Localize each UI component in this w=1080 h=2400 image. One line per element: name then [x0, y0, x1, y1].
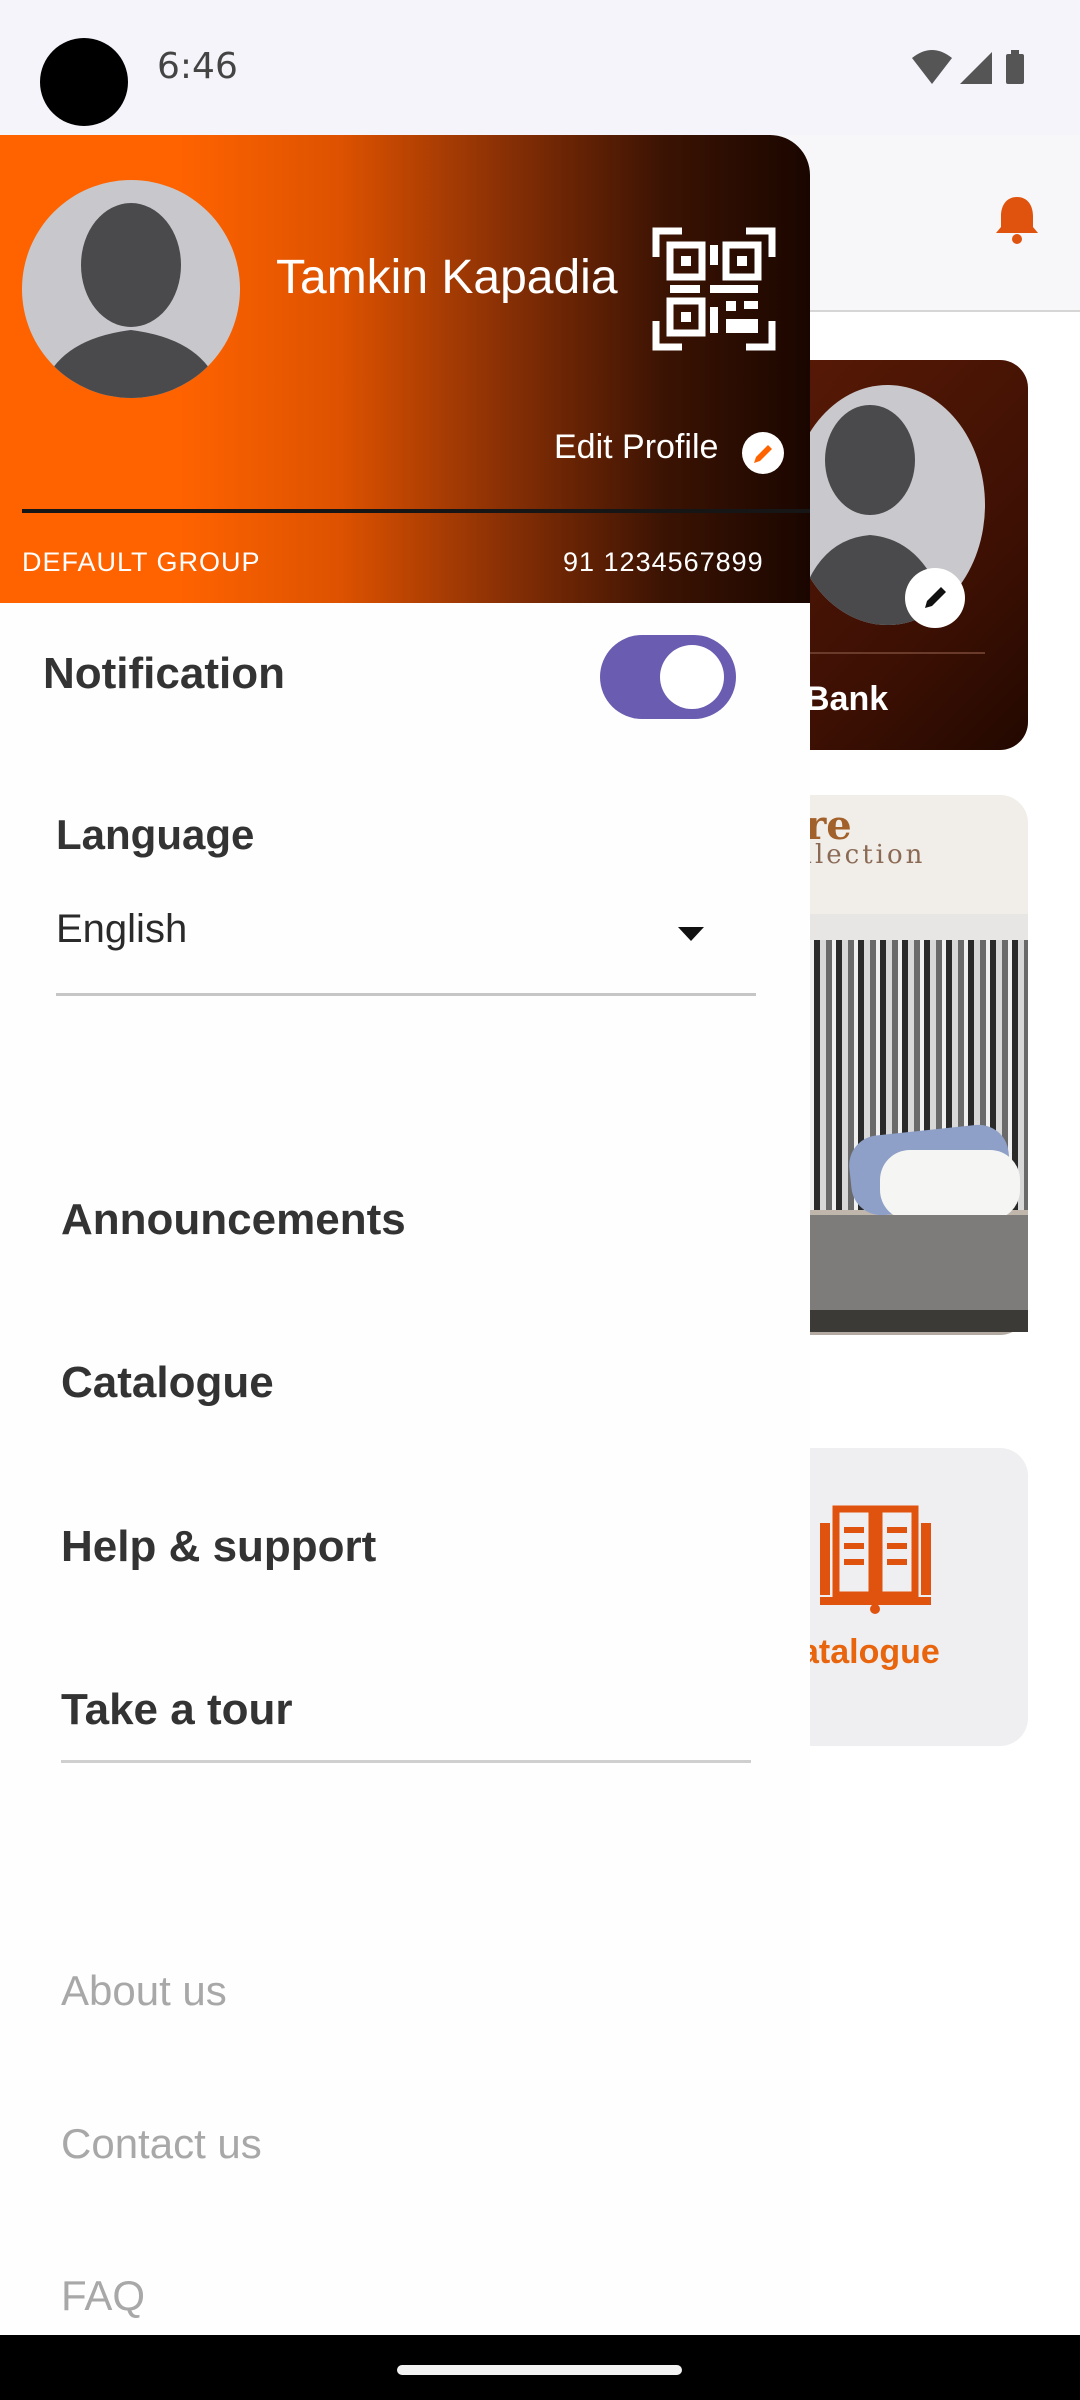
user-name: Tamkin Kapadia: [276, 251, 618, 304]
menu-item-catalogue[interactable]: Catalogue: [61, 1358, 274, 1408]
catalogue-book-icon: [818, 1505, 933, 1620]
menu-item-help-support[interactable]: Help & support: [61, 1522, 376, 1572]
notification-bell-icon[interactable]: [993, 193, 1041, 250]
status-time: 6:46: [157, 46, 238, 87]
chevron-down-icon: [676, 925, 706, 948]
menu-item-take-a-tour[interactable]: Take a tour: [61, 1685, 292, 1735]
footer-link-about-us[interactable]: About us: [61, 1967, 227, 2015]
language-underline: [56, 993, 756, 996]
group-label: DEFAULT GROUP: [22, 547, 261, 577]
camera-cutout: [40, 38, 128, 126]
header-divider: [22, 509, 810, 513]
edit-profile-link[interactable]: Edit Profile: [554, 428, 718, 467]
signal-icon: [960, 52, 992, 84]
status-icons: [910, 48, 1030, 93]
wifi-icon: [912, 50, 952, 84]
edit-pencil-icon[interactable]: [742, 432, 784, 474]
navigation-drawer: Tamkin Kapadia Edit Profile DEFAULT GROU…: [0, 135, 810, 2335]
background-card-divider: [790, 652, 985, 654]
phone-number: 91 1234567899: [563, 547, 764, 577]
background-card-label: Bank: [805, 680, 889, 718]
background-edit-icon[interactable]: [905, 568, 965, 628]
footer-link-faq[interactable]: FAQ: [61, 2272, 145, 2320]
menu-divider: [61, 1760, 751, 1763]
notification-label: Notification: [43, 649, 285, 698]
menu-item-announcements[interactable]: Announcements: [61, 1195, 406, 1245]
language-label: Language: [56, 811, 255, 858]
battery-icon: [1006, 50, 1024, 84]
notification-toggle-knob: [660, 645, 724, 709]
background-banner-pillow: [880, 1150, 1020, 1220]
background-tile-label: atalogue: [800, 1633, 940, 1671]
qr-code-icon[interactable]: [652, 227, 776, 356]
footer-link-contact-us[interactable]: Contact us: [61, 2120, 262, 2168]
profile-avatar[interactable]: [22, 180, 240, 398]
home-gesture-handle[interactable]: [397, 2365, 682, 2375]
language-selected-value: English: [56, 907, 188, 951]
